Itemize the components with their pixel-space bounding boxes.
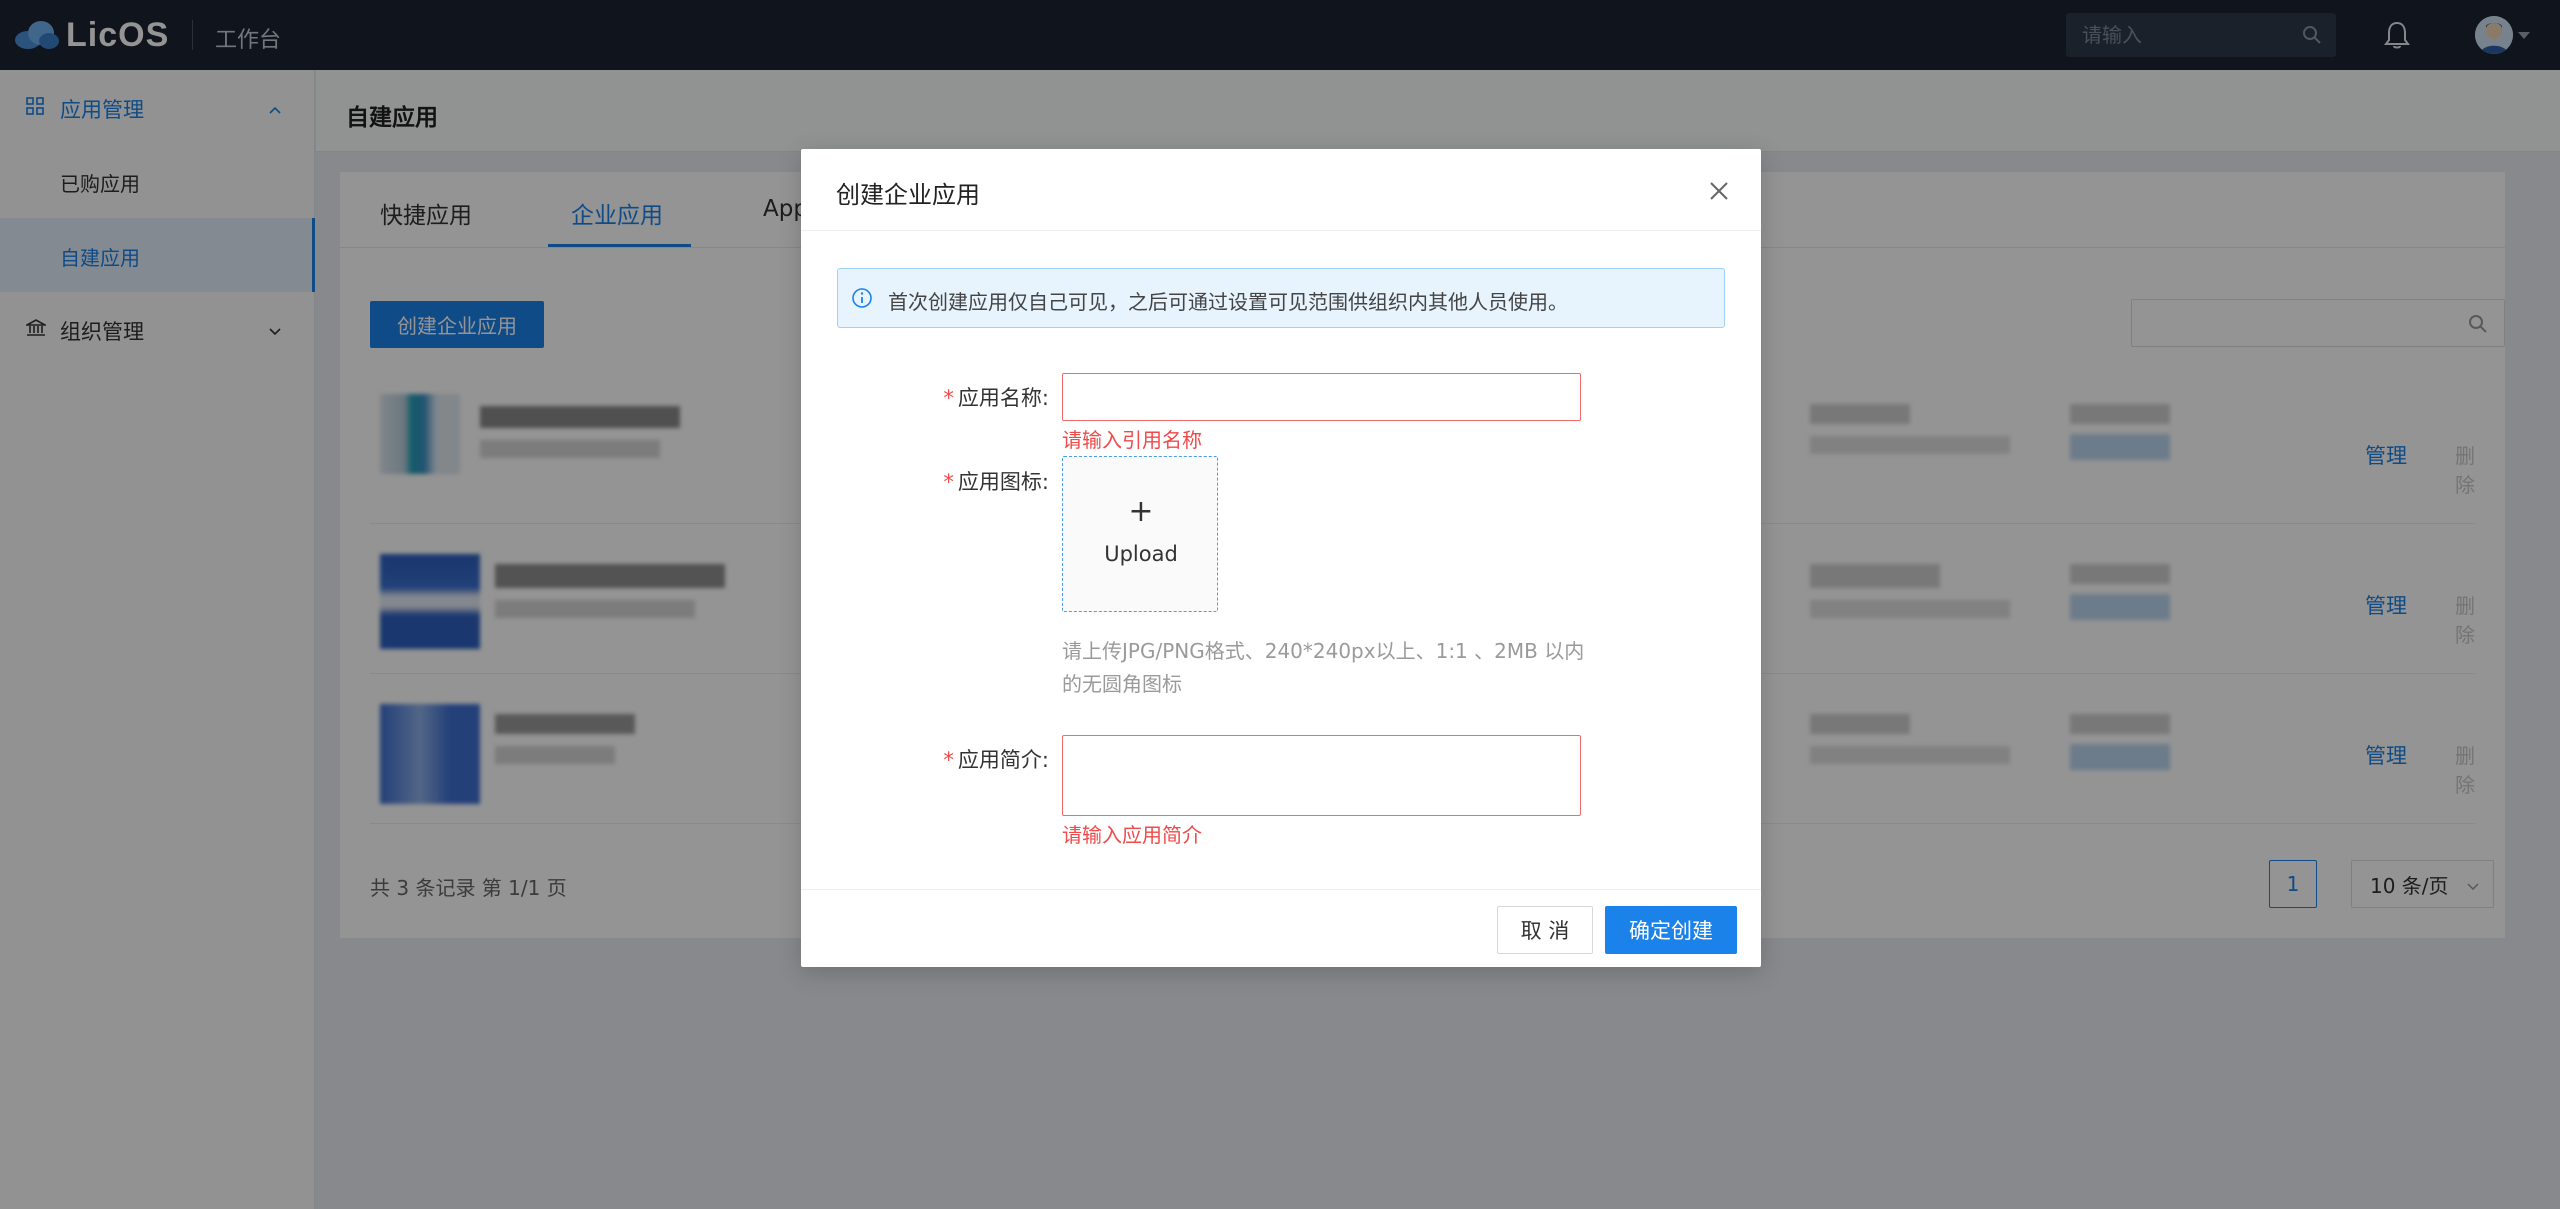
dialog-title: 创建企业应用	[836, 181, 980, 209]
app-intro-textarea[interactable]	[1062, 735, 1581, 816]
icon-upload-button[interactable]: + Upload	[1062, 456, 1218, 612]
app-name-label-text: 应用名称:	[957, 386, 1049, 410]
app-intro-error: 请输入应用简介	[1062, 823, 1202, 847]
info-icon	[851, 287, 873, 313]
create-app-dialog: 创建企业应用 首次创建应用仅自己可见，之后可通过设置可见范围供组织内其他人员使用…	[801, 149, 1761, 967]
upload-label: Upload	[1104, 542, 1178, 566]
app-intro-label: * 应用简介:	[909, 744, 1049, 774]
required-asterisk: *	[943, 386, 954, 410]
dialog-footer: 取 消 确定创建	[801, 889, 1761, 967]
upload-hint: 请上传JPG/PNG格式、240*240px以上、1:1 、2MB 以内的无圆角…	[1062, 639, 1585, 696]
app-name-input[interactable]	[1062, 373, 1581, 421]
required-asterisk: *	[943, 470, 954, 494]
confirm-create-button[interactable]: 确定创建	[1605, 906, 1737, 954]
info-alert: 首次创建应用仅自己可见，之后可通过设置可见范围供组织内其他人员使用。	[837, 268, 1725, 328]
dialog-header: 创建企业应用	[801, 149, 1761, 231]
app-icon-label-text: 应用图标:	[957, 470, 1049, 494]
app-name-label: * 应用名称:	[909, 382, 1049, 412]
app-name-error: 请输入引用名称	[1062, 428, 1202, 452]
close-icon[interactable]	[1707, 179, 1731, 203]
alert-text: 首次创建应用仅自己可见，之后可通过设置可见范围供组织内其他人员使用。	[888, 290, 1568, 314]
app-icon-label: * 应用图标:	[909, 466, 1049, 496]
cancel-button[interactable]: 取 消	[1497, 906, 1593, 954]
required-asterisk: *	[943, 748, 954, 772]
app-intro-label-text: 应用简介:	[957, 748, 1049, 772]
plus-icon: +	[1128, 494, 1154, 529]
